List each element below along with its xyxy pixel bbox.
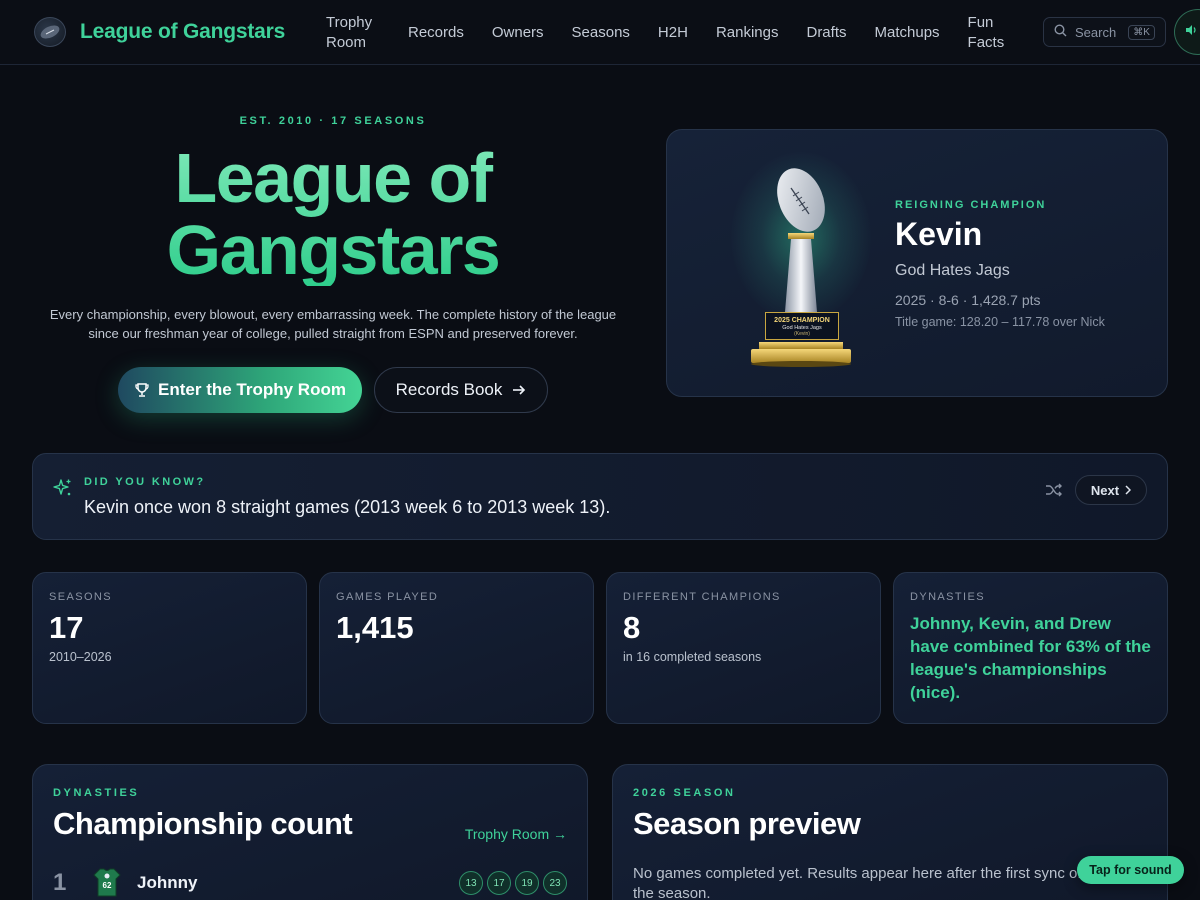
nav-rankings[interactable]: Rankings [716, 23, 779, 43]
dynasties-text: Johnny, Kevin, and Drew have combined fo… [910, 614, 1151, 702]
stat-sub: 2010–2026 [49, 650, 112, 664]
panel-eyebrow: 2026 SEASON [633, 787, 736, 799]
football-icon [34, 17, 66, 47]
did-you-know-text: Kevin once won 8 straight games (2013 we… [84, 497, 611, 517]
chevron-right-icon [1125, 485, 1132, 495]
hero-title-line1: League of [174, 139, 492, 217]
year-badge: 23 [543, 871, 567, 895]
stat-card-dynasties: DYNASTIES Johnny, Kevin, and Drew have c… [893, 572, 1168, 724]
trophy-icon [134, 382, 150, 398]
enter-trophy-room-button[interactable]: Enter the Trophy Room [118, 367, 362, 413]
nav-trophy-room[interactable]: Trophy Room [326, 13, 380, 53]
year-badge: 19 [515, 871, 539, 895]
nav-seasons[interactable]: Seasons [572, 23, 630, 43]
brand-title: League of Gangstars [80, 20, 286, 43]
did-you-know-card: DID YOU KNOW? Kevin once won 8 straight … [32, 453, 1168, 540]
stat-label: SEASONS [49, 591, 112, 603]
champion-title-game: Title game: 128.20 – 117.78 over Nick [895, 315, 1105, 329]
search-icon [1054, 24, 1067, 40]
records-book-button[interactable]: Records Book [374, 367, 548, 413]
hero-subtitle: Every championship, every blowout, every… [49, 307, 617, 341]
shuffle-icon[interactable] [1045, 482, 1063, 503]
stat-label: DIFFERENT CHAMPIONS [623, 591, 781, 603]
hero-title: League of Gangstars [0, 142, 666, 286]
champion-team: God Hates Jags [895, 262, 1010, 279]
next-fact-label: Next [1090, 482, 1120, 498]
speaker-icon [1185, 23, 1197, 41]
enter-trophy-room-label: Enter the Trophy Room [158, 380, 346, 399]
records-book-label: Records Book [395, 380, 503, 399]
rank-number: 1 [53, 869, 67, 896]
hero-eyebrow: EST. 2010 · 17 SEASONS [239, 115, 427, 127]
stat-card-games-played: GAMES PLAYED 1,415 [319, 572, 594, 724]
nav-links: Trophy Room Records Owners Seasons H2H R… [326, 0, 1036, 65]
trophy-room-link[interactable]: Trophy Room → [465, 826, 567, 842]
champion-stats: 2025 · 8-6 · 1,428.7 pts [895, 292, 1041, 308]
championship-count-panel: DYNASTIES Championship count Trophy Room… [32, 764, 588, 900]
arrow-right-icon [512, 384, 526, 396]
panel-title: Championship count [53, 806, 353, 841]
next-fact-button[interactable]: Next [1075, 475, 1147, 505]
stat-value: 17 [49, 610, 84, 645]
tap-for-sound-button[interactable]: Tap for sound [1077, 856, 1184, 884]
stat-value: 8 [623, 610, 641, 645]
brand-link[interactable]: League of Gangstars [34, 17, 285, 47]
hero-title-line2: Gangstars [166, 211, 500, 289]
nav-records[interactable]: Records [408, 23, 464, 43]
nav-matchups[interactable]: Matchups [875, 23, 940, 43]
sound-toggle-button[interactable] [1174, 9, 1200, 55]
champion-name: Kevin [895, 216, 983, 252]
stat-sub: in 16 completed seasons [623, 650, 762, 664]
plate-owner: (Kevin) [794, 331, 810, 337]
panel-eyebrow: DYNASTIES [53, 787, 140, 799]
sparkles-icon [53, 478, 73, 503]
year-badge: 17 [487, 871, 511, 895]
stat-label: DYNASTIES [910, 591, 985, 603]
stat-value: 1,415 [336, 610, 414, 645]
season-preview-text: No games completed yet. Results appear h… [633, 865, 1082, 900]
search-button[interactable]: Search ⌘K [1043, 17, 1166, 47]
championship-years: 13 17 19 23 [455, 871, 567, 895]
reigning-champion-card[interactable]: 2025 CHAMPION God Hates Jags (Kevin) REI… [666, 129, 1168, 397]
stat-card-different-champions: DIFFERENT CHAMPIONS 8 in 16 completed se… [606, 572, 881, 724]
did-you-know-label: DID YOU KNOW? [84, 476, 206, 488]
top-nav: League of Gangstars Trophy Room Records … [0, 0, 1200, 65]
jersey-number: 62 [102, 881, 112, 890]
plate-title: 2025 CHAMPION [774, 317, 830, 324]
owner-name[interactable]: Johnny [137, 873, 197, 893]
year-badge: 13 [459, 871, 483, 895]
nav-owners[interactable]: Owners [492, 23, 544, 43]
trophy-image: 2025 CHAMPION God Hates Jags (Kevin) [731, 152, 871, 372]
panel-title: Season preview [633, 806, 861, 841]
search-label: Search [1075, 24, 1117, 40]
stat-card-seasons: SEASONS 17 2010–2026 [32, 572, 307, 724]
jersey-avatar: 62 [93, 867, 121, 900]
nav-fun-facts[interactable]: Fun Facts [968, 13, 1008, 53]
stat-label: GAMES PLAYED [336, 591, 439, 603]
nav-h2h[interactable]: H2H [658, 23, 688, 43]
nav-drafts[interactable]: Drafts [806, 23, 846, 43]
trophy-plate: 2025 CHAMPION God Hates Jags (Kevin) [765, 312, 839, 340]
search-shortcut: ⌘K [1128, 24, 1155, 40]
reigning-champion-label: REIGNING CHAMPION [895, 199, 1047, 211]
